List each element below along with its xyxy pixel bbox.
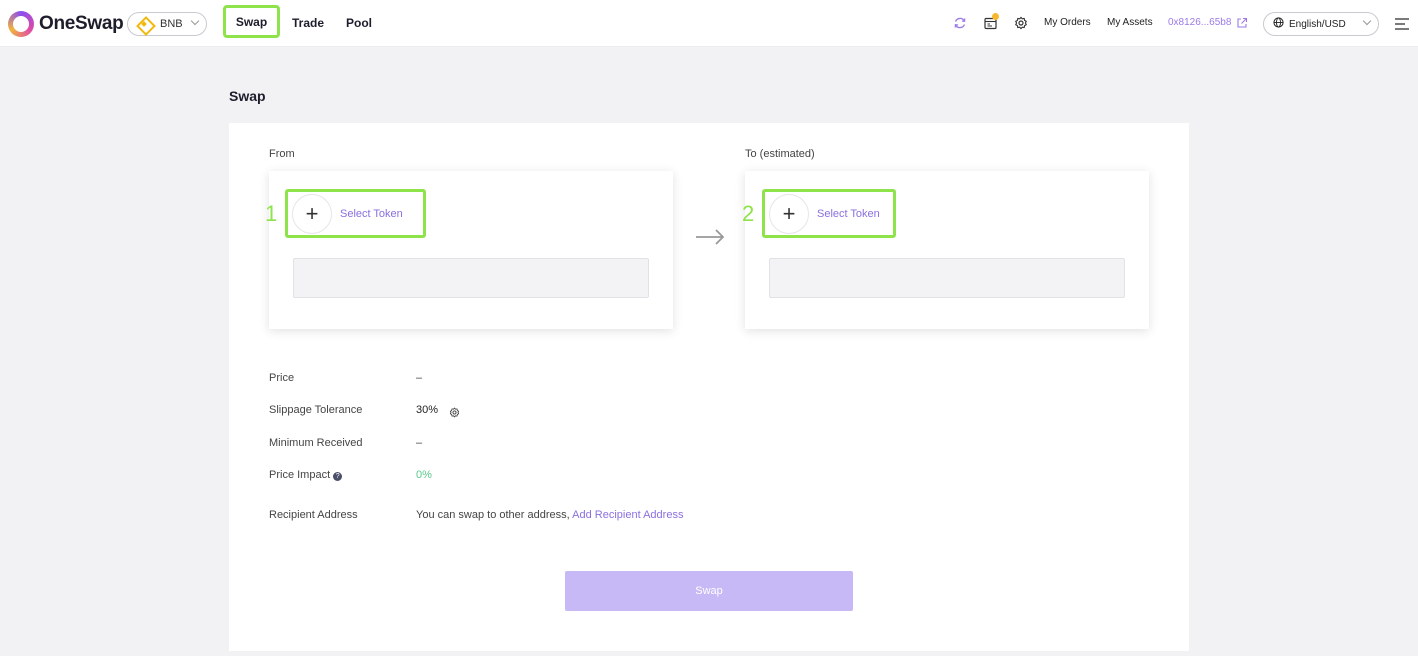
nav-swap[interactable]: Swap (223, 5, 280, 38)
min-received-label: Minimum Received (269, 437, 363, 449)
plus-icon: + (769, 193, 809, 234)
to-amount-input[interactable] (769, 258, 1125, 298)
chain-label: BNB (160, 18, 183, 30)
notification-dot (992, 13, 999, 20)
step-number: 1 (265, 201, 278, 226)
my-assets-link[interactable]: My Assets (1107, 17, 1153, 28)
logo-text: OneSwap (39, 13, 124, 34)
language-selector[interactable]: English/USD (1263, 12, 1379, 36)
bnb-icon (137, 17, 151, 31)
to-label: To (estimated) (745, 148, 815, 160)
recipient-row: You can swap to other address, Add Recip… (416, 509, 683, 521)
external-link-icon[interactable] (1236, 16, 1248, 34)
select-token-label: Select Token (817, 207, 880, 220)
globe-icon (1273, 15, 1284, 33)
price-value: – (416, 372, 423, 384)
wallet-address[interactable]: 0x8126...65b8 (1168, 17, 1231, 28)
menu-icon[interactable] (1395, 17, 1409, 35)
nav-trade[interactable]: Trade (292, 16, 324, 30)
recipient-label: Recipient Address (269, 509, 358, 521)
price-impact-value: 0% (416, 469, 432, 481)
calendar-icon[interactable] (984, 13, 999, 30)
price-label: Price (269, 372, 295, 384)
price-impact-label: Price Impact (269, 469, 331, 481)
logo-icon (8, 11, 34, 37)
nav-pool[interactable]: Pool (346, 16, 372, 30)
select-to-token-button[interactable]: + Select Token (762, 189, 896, 238)
help-icon[interactable]: ? (333, 472, 343, 481)
refresh-icon[interactable] (953, 16, 967, 30)
arrow-right-icon (694, 225, 726, 254)
oneswap-logo[interactable]: OneSwap (8, 11, 124, 37)
swap-button[interactable]: Swap (565, 571, 853, 611)
from-amount-input[interactable] (293, 258, 649, 298)
price-impact-row: Price Impact? (269, 469, 343, 481)
add-recipient-link[interactable]: Add Recipient Address (572, 509, 683, 521)
slippage-label: Slippage Tolerance (269, 404, 363, 416)
chevron-down-icon (1362, 16, 1372, 26)
language-label: English/USD (1289, 18, 1346, 30)
step-number: 2 (742, 201, 755, 226)
from-label: From (269, 148, 295, 160)
plus-icon: + (292, 193, 332, 234)
chain-selector[interactable]: BNB (127, 12, 207, 36)
gear-icon[interactable] (1014, 16, 1028, 30)
top-header: OneSwap BNB Swap Trade Pool My Orders My… (0, 0, 1418, 47)
chevron-down-icon (190, 16, 200, 26)
min-received-value: – (416, 437, 423, 449)
select-from-token-button[interactable]: + Select Token (285, 189, 426, 238)
my-orders-link[interactable]: My Orders (1044, 17, 1091, 28)
page-title: Swap (229, 88, 266, 104)
slippage-settings-icon[interactable] (449, 405, 460, 423)
recipient-text: You can swap to other address, (416, 509, 570, 521)
select-token-label: Select Token (340, 207, 403, 220)
slippage-value: 30% (416, 404, 439, 416)
